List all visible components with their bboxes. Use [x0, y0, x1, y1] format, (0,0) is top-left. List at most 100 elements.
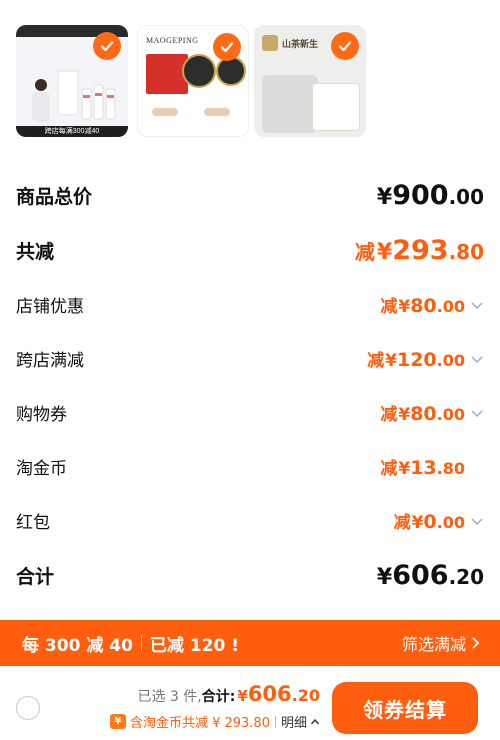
price-decimal: .80	[436, 459, 465, 478]
discount-prefix: 减	[380, 297, 398, 317]
price-integer: 606	[392, 560, 449, 591]
color-swatch	[152, 108, 178, 116]
discount-label: 购物券	[16, 405, 67, 425]
price-integer: 606	[247, 682, 292, 706]
discount-prefix: 减	[367, 351, 385, 371]
divider	[140, 635, 142, 651]
price-integer: 13	[410, 457, 437, 479]
currency-symbol: ¥	[398, 405, 411, 425]
discount-prefix: 减	[393, 513, 411, 533]
brand-logo	[262, 35, 278, 51]
total-label: 合计:	[201, 689, 236, 705]
promo-info: 每 300 减 40 已减 120 !	[22, 631, 239, 656]
promo-bar: 每 300 减 40 已减 120 ! 筛选满减	[0, 620, 500, 666]
price-integer: 80	[410, 403, 437, 425]
thumbnail-promo-band: 跨店每满300减40	[16, 126, 128, 137]
price-decimal: .00	[448, 185, 484, 209]
discount-row-coins: 淘金币 减 ¥ 13 .80	[16, 454, 484, 479]
grand-total-label: 合计	[16, 566, 55, 588]
total-price-value: ¥ 900 .00	[377, 180, 484, 211]
promo-achieved: 已减 120 !	[149, 635, 239, 656]
discount-value: 减 ¥ 120 .00	[367, 346, 484, 371]
price-decimal: .00	[436, 351, 465, 370]
product-bag-image	[262, 75, 318, 133]
price-integer: 120	[396, 349, 437, 371]
coin-discount-text: 含淘金币共减 ¥ 293.80	[129, 716, 270, 731]
grand-total-value: ¥ 606 .20	[377, 560, 484, 591]
currency-symbol: ¥	[398, 459, 411, 479]
product-compact-image	[182, 54, 216, 88]
total-discount-value: 减 ¥ 293 .80	[355, 235, 484, 266]
price-decimal: .80	[448, 240, 484, 264]
currency-symbol: ¥	[376, 240, 393, 265]
filter-promo-link[interactable]: 筛选满减	[402, 631, 482, 655]
discount-value: 减 ¥ 13 .80	[380, 454, 465, 479]
chevron-down-icon[interactable]	[470, 352, 484, 366]
selected-count: 已选 3 件,	[137, 689, 202, 705]
model-figure	[32, 79, 50, 122]
discount-detail-summary[interactable]: ¥ 含淘金币共减 ¥ 293.80 明细	[109, 712, 320, 731]
chevron-down-icon[interactable]	[470, 406, 484, 420]
detail-toggle[interactable]: 明细	[281, 712, 307, 731]
discount-label: 店铺优惠	[16, 297, 84, 317]
chevron-right-icon	[472, 637, 480, 649]
promo-rule: 每 300 减 40	[22, 635, 133, 656]
discount-label: 红包	[16, 513, 50, 533]
discount-label: 跨店满减	[16, 351, 84, 371]
chevron-down-icon[interactable]	[470, 514, 484, 528]
product-title-text: 山茶新生	[282, 40, 319, 50]
product-thumbnail-3[interactable]: 山茶新生	[254, 25, 366, 137]
total-discount-label: 共减	[16, 241, 55, 263]
checkmark-icon[interactable]	[331, 32, 359, 60]
discount-row-red-packet[interactable]: 红包 减 ¥ 0 .00	[16, 508, 484, 533]
product-thumbnail-1[interactable]: 跨店每满300减40	[16, 25, 128, 137]
chevron-down-icon[interactable]	[470, 298, 484, 312]
currency-symbol: ¥	[237, 687, 248, 705]
discount-value: 减 ¥ 0 .00	[394, 508, 484, 533]
discount-row-cross-store[interactable]: 跨店满减 减 ¥ 120 .00	[16, 346, 484, 371]
checkmark-icon[interactable]	[93, 32, 121, 60]
discount-prefix: 减	[380, 405, 398, 425]
total-price-row: 商品总价 ¥ 900 .00	[16, 180, 484, 211]
discount-row-voucher[interactable]: 购物券 减 ¥ 80 .00	[16, 400, 484, 425]
discount-label: 淘金币	[16, 459, 67, 479]
price-integer: 80	[410, 295, 437, 317]
price-decimal: .00	[436, 405, 465, 424]
selection-summary: 已选 3 件, 合计: ¥ 606 .20	[138, 682, 321, 706]
discount-value: 减 ¥ 80 .00	[380, 400, 484, 425]
currency-symbol: ¥	[385, 351, 397, 371]
product-compact-image	[216, 56, 246, 86]
price-decimal: .20	[448, 565, 484, 589]
price-integer: 0	[423, 511, 437, 533]
total-price-label: 商品总价	[16, 186, 93, 208]
price-decimal: .00	[436, 513, 465, 532]
price-decimal: .20	[291, 686, 320, 705]
price-decimal: .00	[436, 297, 465, 316]
checkout-bar: 已选 3 件, 合计: ¥ 606 .20 ¥ 含淘金币共减 ¥ 293.80 …	[0, 666, 500, 740]
selected-products: 跨店每满300减40 MAOGEPING 山茶新生	[16, 25, 376, 137]
discount-row-store[interactable]: 店铺优惠 减 ¥ 80 .00	[16, 292, 484, 317]
currency-symbol: ¥	[376, 565, 393, 590]
product-brand-text: MAOGEPING	[146, 36, 199, 45]
color-swatch	[204, 108, 230, 116]
discount-prefix: 减	[380, 459, 398, 479]
product-bottles-image	[57, 70, 116, 120]
product-pack-image	[312, 83, 360, 131]
select-all-radio[interactable]	[16, 696, 40, 720]
discount-prefix: 减	[354, 240, 375, 264]
currency-symbol: ¥	[411, 513, 424, 533]
filter-promo-label: 筛选满减	[401, 635, 466, 654]
coin-icon: ¥	[109, 714, 126, 729]
product-thumbnail-2[interactable]: MAOGEPING	[137, 25, 249, 137]
checkmark-icon[interactable]	[213, 33, 241, 61]
price-integer: 900	[392, 180, 449, 211]
discount-value: 减 ¥ 80 .00	[380, 292, 484, 317]
grand-total-row: 合计 ¥ 606 .20	[16, 560, 484, 591]
total-discount-row: 共减 减 ¥ 293 .80	[16, 235, 484, 266]
currency-symbol: ¥	[376, 185, 393, 210]
divider	[274, 715, 276, 728]
chevron-up-icon[interactable]	[310, 717, 320, 727]
price-integer: 293	[392, 235, 449, 266]
checkout-button[interactable]: 领券结算	[332, 682, 478, 734]
currency-symbol: ¥	[398, 297, 411, 317]
